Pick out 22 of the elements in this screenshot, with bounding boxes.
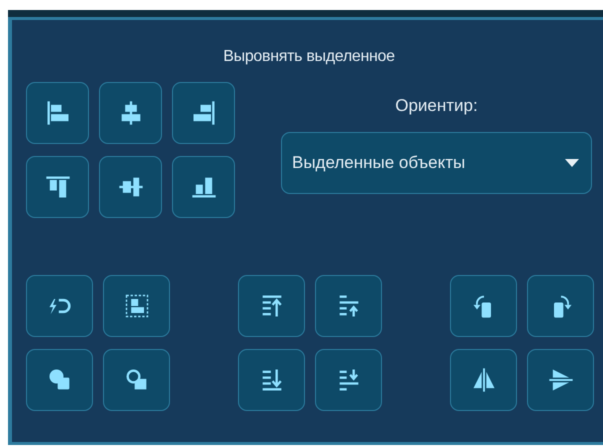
caret-icon [565,159,579,167]
reference-dropdown[interactable]: Выделенные объекты [281,132,592,194]
align-bottom-button[interactable] [172,156,235,218]
rotate-right-button[interactable] [527,275,594,337]
lines-small-up-arrow-button[interactable] [315,275,382,337]
lines-up-arrow-button[interactable] [238,275,305,337]
align-left-button[interactable] [26,82,89,144]
bolt-arc-button[interactable] [26,275,93,337]
align-top-button[interactable] [26,156,89,218]
lines-down-arrow-button[interactable] [238,349,305,411]
flip-horizontal-button[interactable] [450,349,517,411]
align-middle-button[interactable] [99,156,162,218]
align-right-button[interactable] [172,82,235,144]
rotate-left-button[interactable] [450,275,517,337]
align-center-button[interactable] [99,82,162,144]
shapes-outline-button[interactable] [103,349,170,411]
shapes-button[interactable] [26,349,93,411]
reference-label: Ориентир: [395,96,478,116]
dashed-frame-button[interactable] [103,275,170,337]
panel-title: Выровнять выделенное [223,47,395,67]
flip-vertical-button[interactable] [527,349,594,411]
lines-small-down-arrow-button[interactable] [315,349,382,411]
